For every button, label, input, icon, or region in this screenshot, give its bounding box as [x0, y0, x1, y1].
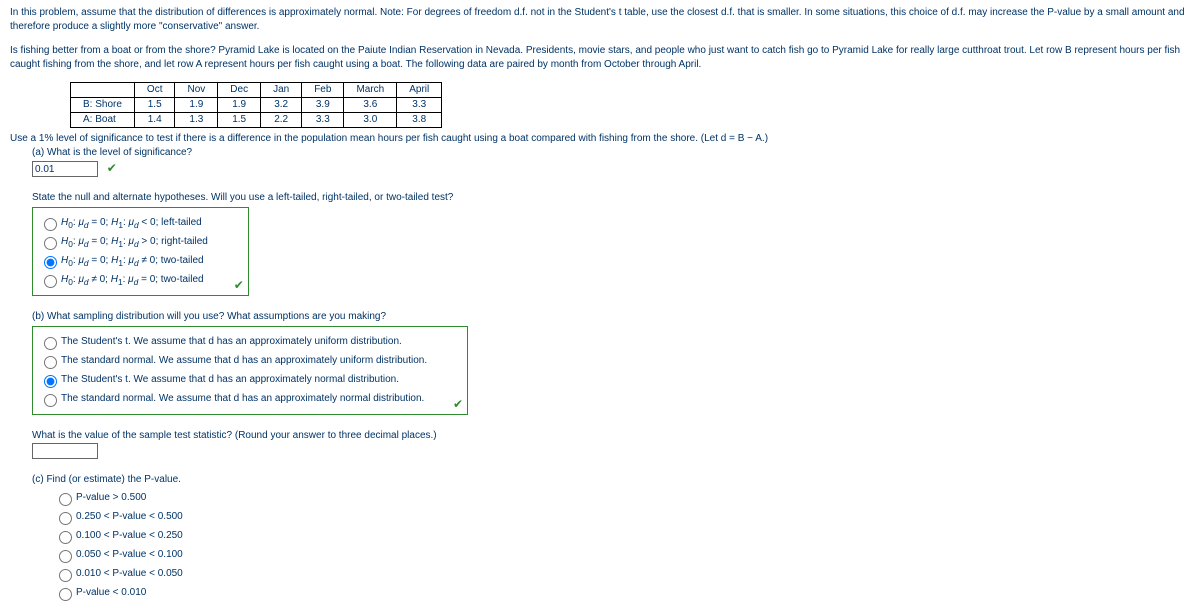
use-line: Use a 1% level of significance to test i… [10, 132, 1190, 146]
row-label: A: Boat [71, 113, 135, 128]
hyp-label-0: H0: μd = 0; H1: μd < 0; left-tailed [61, 216, 202, 232]
row-label: B: Shore [71, 98, 135, 113]
cell: 3.3 [397, 98, 442, 113]
context-text: Is fishing better from a boat or from th… [10, 45, 1180, 70]
pv-label-4: 0.010 < P-value < 0.050 [76, 567, 183, 581]
test-stat-input[interactable] [32, 443, 98, 459]
th-mar: March [344, 83, 397, 98]
pv-radio-1[interactable] [59, 512, 72, 525]
cell: 3.0 [344, 113, 397, 128]
cell: 1.3 [175, 113, 218, 128]
context: Is fishing better from a boat or from th… [10, 44, 1190, 72]
table-header-row: Oct Nov Dec Jan Feb March April [71, 83, 442, 98]
cell: 1.5 [218, 113, 261, 128]
check-icon: ✔ [453, 396, 463, 413]
hypotheses-question: State the null and alternate hypotheses.… [32, 191, 1190, 205]
hyp-radio-3[interactable] [44, 275, 57, 288]
cell: 1.5 [134, 98, 175, 113]
dist-label-2: The Student's t. We assume that d has an… [61, 373, 399, 387]
th-blank [71, 83, 135, 98]
pv-radio-2[interactable] [59, 531, 72, 544]
cell: 3.2 [261, 98, 302, 113]
hyp-radio-0[interactable] [44, 218, 57, 231]
hyp-label-2: H0: μd = 0; H1: μd ≠ 0; two-tailed [61, 254, 204, 270]
significance-input[interactable] [32, 161, 98, 177]
dist-label-0: The Student's t. We assume that d has an… [61, 335, 402, 349]
table-row: A: Boat 1.4 1.3 1.5 2.2 3.3 3.0 3.8 [71, 113, 442, 128]
dist-radio-3[interactable] [44, 394, 57, 407]
intro-text: In this problem, assume that the distrib… [10, 7, 1185, 32]
data-table: Oct Nov Dec Jan Feb March April B: Shore… [70, 82, 442, 128]
cell: 3.8 [397, 113, 442, 128]
th-feb: Feb [302, 83, 344, 98]
part-a-q: (a) What is the level of significance? [32, 146, 1190, 160]
part-b-q: (b) What sampling distribution will you … [32, 310, 1190, 324]
cell: 2.2 [261, 113, 302, 128]
hyp-radio-2[interactable] [44, 256, 57, 269]
cell: 3.9 [302, 98, 344, 113]
test-stat-q: What is the value of the sample test sta… [32, 429, 1190, 443]
pv-label-1: 0.250 < P-value < 0.500 [76, 510, 183, 524]
th-nov: Nov [175, 83, 218, 98]
intro-note: In this problem, assume that the distrib… [10, 6, 1190, 34]
hyp-label-3: H0: μd ≠ 0; H1: μd = 0; two-tailed [61, 273, 204, 289]
pv-radio-3[interactable] [59, 550, 72, 563]
th-jan: Jan [261, 83, 302, 98]
cell: 3.6 [344, 98, 397, 113]
th-dec: Dec [218, 83, 261, 98]
pv-label-2: 0.100 < P-value < 0.250 [76, 529, 183, 543]
cell: 1.4 [134, 113, 175, 128]
hyp-radio-1[interactable] [44, 237, 57, 250]
hypotheses-group: H0: μd = 0; H1: μd < 0; left-tailed H0: … [32, 207, 249, 296]
th-oct: Oct [134, 83, 175, 98]
check-icon: ✔ [234, 277, 244, 294]
pv-radio-0[interactable] [59, 493, 72, 506]
dist-radio-2[interactable] [44, 375, 57, 388]
part-c-q: (c) Find (or estimate) the P-value. [32, 473, 1190, 487]
dist-radio-0[interactable] [44, 337, 57, 350]
pv-label-0: P-value > 0.500 [76, 491, 146, 505]
dist-group: The Student's t. We assume that d has an… [32, 326, 468, 415]
cell: 1.9 [218, 98, 261, 113]
table-row: B: Shore 1.5 1.9 1.9 3.2 3.9 3.6 3.3 [71, 98, 442, 113]
th-apr: April [397, 83, 442, 98]
dist-label-1: The standard normal. We assume that d ha… [61, 354, 427, 368]
hyp-label-1: H0: μd = 0; H1: μd > 0; right-tailed [61, 235, 208, 251]
pv-label-3: 0.050 < P-value < 0.100 [76, 548, 183, 562]
cell: 3.3 [302, 113, 344, 128]
cell: 1.9 [175, 98, 218, 113]
pv-radio-4[interactable] [59, 569, 72, 582]
pv-label-5: P-value < 0.010 [76, 586, 146, 600]
dist-label-3: The standard normal. We assume that d ha… [61, 392, 424, 406]
dist-radio-1[interactable] [44, 356, 57, 369]
pv-radio-5[interactable] [59, 588, 72, 601]
check-icon: ✔ [107, 161, 117, 175]
